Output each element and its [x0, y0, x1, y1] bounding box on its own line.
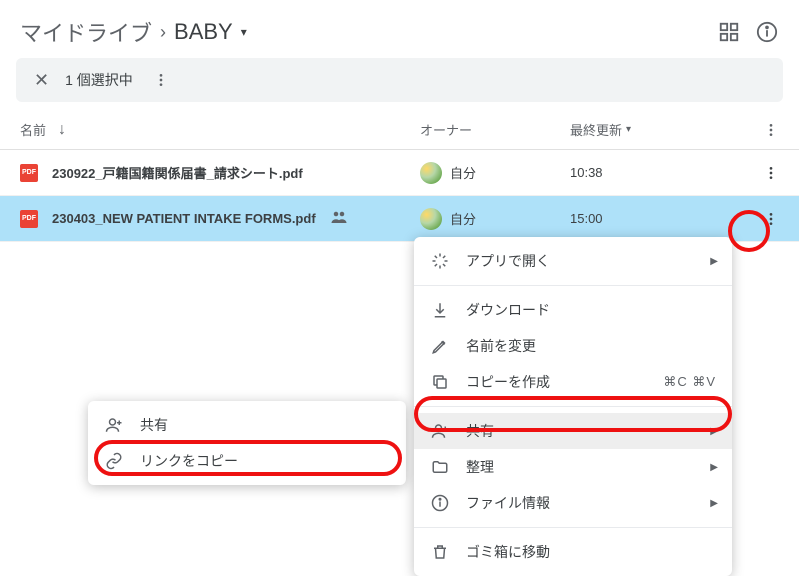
- shared-icon: [330, 208, 348, 229]
- menu-item-shortcut: ⌘C ⌘V: [663, 374, 716, 390]
- menu-item-make-copy[interactable]: コピーを作成 ⌘C ⌘V: [414, 364, 732, 400]
- download-icon: [430, 301, 450, 319]
- menu-item-label: 名前を変更: [466, 336, 536, 356]
- column-name-label: 名前: [20, 120, 46, 139]
- menu-item-label: 整理: [466, 457, 494, 477]
- menu-item-download[interactable]: ダウンロード: [414, 292, 732, 328]
- file-updated-cell: 10:38: [570, 165, 739, 180]
- caret-down-icon: ▾: [626, 124, 631, 135]
- grid-view-icon[interactable]: [717, 20, 741, 44]
- chevron-right-icon: ▶: [710, 256, 718, 267]
- file-name: 230922_戸籍国籍関係届書_請求シート.pdf: [52, 163, 303, 182]
- chevron-right-icon: ▶: [710, 426, 718, 437]
- menu-item-file-info[interactable]: ファイル情報 ▶: [414, 485, 732, 521]
- menu-item-rename[interactable]: 名前を変更: [414, 328, 732, 364]
- menu-item-label: ダウンロード: [466, 300, 550, 320]
- avatar: [420, 208, 442, 230]
- pdf-icon: PDF: [20, 210, 38, 228]
- table-row[interactable]: PDF 230922_戸籍国籍関係届書_請求シート.pdf 自分 10:38: [0, 150, 799, 196]
- open-with-icon: [430, 252, 450, 270]
- info-icon: [430, 494, 450, 512]
- folder-header: マイドライブ › BABY ▾: [0, 0, 799, 58]
- menu-item-trash[interactable]: ゴミ箱に移動: [414, 534, 732, 570]
- column-owner-label: オーナー: [420, 123, 472, 138]
- trash-icon: [430, 543, 450, 561]
- menu-divider: [414, 285, 732, 286]
- row-more-icon[interactable]: [739, 165, 779, 181]
- updated-label: 10:38: [570, 165, 603, 180]
- column-headers: 名前 ↓ オーナー 最終更新 ▾: [0, 108, 799, 150]
- row-more-icon[interactable]: [739, 211, 779, 227]
- owner-label: 自分: [450, 163, 476, 182]
- menu-divider: [414, 406, 732, 407]
- owner-label: 自分: [450, 209, 476, 228]
- copy-icon: [430, 373, 450, 391]
- caret-down-icon[interactable]: ▾: [241, 25, 247, 39]
- submenu-item-label: リンクをコピー: [140, 451, 238, 471]
- menu-item-label: ファイル情報: [466, 493, 550, 513]
- submenu-item-copy-link[interactable]: リンクをコピー: [88, 443, 406, 479]
- person-add-icon: [430, 422, 450, 440]
- selection-bar: ✕ 1 個選択中: [16, 58, 783, 102]
- menu-item-label: アプリで開く: [466, 251, 550, 271]
- file-name-cell: PDF 230403_NEW PATIENT INTAKE FORMS.pdf: [20, 208, 420, 229]
- link-icon: [104, 452, 124, 470]
- file-updated-cell: 15:00: [570, 211, 739, 226]
- submenu-item-label: 共有: [140, 415, 168, 435]
- menu-item-organize[interactable]: 整理 ▶: [414, 449, 732, 485]
- chevron-right-icon: ▶: [710, 462, 718, 473]
- menu-item-share[interactable]: 共有 ▶: [414, 413, 732, 449]
- table-row[interactable]: PDF 230403_NEW PATIENT INTAKE FORMS.pdf …: [0, 196, 799, 242]
- more-icon[interactable]: [149, 68, 173, 92]
- column-updated[interactable]: 最終更新 ▾: [570, 120, 739, 139]
- person-add-icon: [104, 416, 124, 434]
- breadcrumb: マイドライブ › BABY ▾: [20, 16, 247, 48]
- chevron-right-icon: ›: [160, 22, 166, 43]
- menu-item-label: ゴミ箱に移動: [466, 542, 550, 562]
- pencil-icon: [430, 337, 450, 355]
- menu-divider: [414, 527, 732, 528]
- avatar: [420, 162, 442, 184]
- column-name[interactable]: 名前 ↓: [20, 120, 420, 139]
- menu-item-label: 共有: [466, 421, 494, 441]
- context-menu: アプリで開く ▶ ダウンロード 名前を変更 コピーを作成 ⌘C ⌘V 共有 ▶ …: [414, 237, 732, 576]
- close-icon[interactable]: ✕: [34, 71, 49, 89]
- selection-count-label: 1 個選択中: [65, 70, 133, 90]
- info-icon[interactable]: [755, 20, 779, 44]
- file-name: 230403_NEW PATIENT INTAKE FORMS.pdf: [52, 211, 316, 226]
- sort-arrow-icon: ↓: [58, 122, 66, 138]
- header-actions: [717, 20, 779, 44]
- column-actions-more-icon[interactable]: [739, 122, 779, 138]
- pdf-icon: PDF: [20, 164, 38, 182]
- menu-item-label: コピーを作成: [466, 372, 550, 392]
- menu-item-open-with[interactable]: アプリで開く ▶: [414, 243, 732, 279]
- breadcrumb-current[interactable]: BABY: [174, 19, 233, 45]
- file-owner-cell: 自分: [420, 208, 570, 230]
- breadcrumb-root[interactable]: マイドライブ: [20, 16, 152, 48]
- column-owner[interactable]: オーナー: [420, 120, 570, 139]
- share-submenu: 共有 リンクをコピー: [88, 401, 406, 485]
- chevron-right-icon: ▶: [710, 498, 718, 509]
- column-updated-label: 最終更新: [570, 120, 622, 139]
- file-owner-cell: 自分: [420, 162, 570, 184]
- updated-label: 15:00: [570, 211, 603, 226]
- submenu-item-share[interactable]: 共有: [88, 407, 406, 443]
- file-name-cell: PDF 230922_戸籍国籍関係届書_請求シート.pdf: [20, 163, 420, 182]
- folder-icon: [430, 458, 450, 476]
